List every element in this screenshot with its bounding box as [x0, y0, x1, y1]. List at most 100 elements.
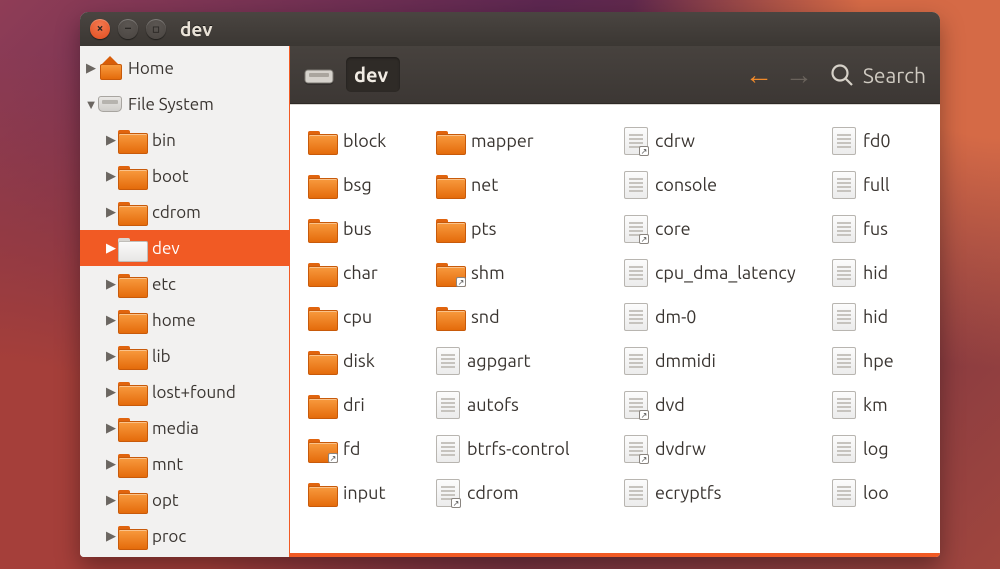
drive-icon	[98, 96, 122, 112]
sidebar-item-mnt[interactable]: ▶ mnt	[80, 446, 289, 482]
chevron-right-icon[interactable]: ▶	[104, 277, 118, 292]
file-item[interactable]: char	[308, 251, 428, 295]
sidebar-item-cdrom[interactable]: ▶cdrom	[80, 194, 289, 230]
file-item[interactable]: full	[832, 163, 912, 207]
file-item[interactable]: km	[832, 383, 912, 427]
titlebar: × – ◻ dev	[80, 12, 940, 46]
file-item[interactable]: loo	[832, 471, 912, 515]
sidebar-item-label: opt	[152, 491, 179, 510]
file-item[interactable]: ↗dvd	[624, 383, 824, 427]
sidebar-item-home[interactable]: ▶home	[80, 302, 289, 338]
file-item[interactable]: input	[308, 471, 428, 515]
chevron-right-icon[interactable]: ▶	[104, 205, 118, 220]
file-item[interactable]: btrfs-control	[436, 427, 616, 471]
sidebar-item-lost-found[interactable]: ▶lost+found	[80, 374, 289, 410]
sidebar-item-opt[interactable]: ▶ opt	[80, 482, 289, 518]
file-item[interactable]: net	[436, 163, 616, 207]
file-item[interactable]: disk	[308, 339, 428, 383]
maximize-button[interactable]: ◻	[146, 19, 166, 39]
file-item[interactable]: hid	[832, 251, 912, 295]
file-item[interactable]: pts	[436, 207, 616, 251]
file-item-label: full	[863, 175, 890, 195]
file-item[interactable]: console	[624, 163, 824, 207]
file-item-label: fus	[863, 219, 888, 239]
file-item[interactable]: cpu_dma_latency	[624, 251, 824, 295]
file-item[interactable]: ↗shm	[436, 251, 616, 295]
file-item[interactable]: ↗cdrom	[436, 471, 616, 515]
forward-button[interactable]: →	[779, 59, 819, 91]
chevron-right-icon[interactable]: ▶	[84, 61, 98, 76]
sidebar-item-label: mnt	[152, 455, 183, 474]
file-item-label: dvdrw	[655, 439, 706, 459]
file-icon	[832, 259, 856, 287]
chevron-right-icon[interactable]: ▶	[104, 313, 118, 328]
sidebar-item-lib[interactable]: ▶lib	[80, 338, 289, 374]
symlink-badge-icon: ↗	[639, 454, 649, 464]
close-button[interactable]: ×	[90, 19, 110, 39]
file-icon	[832, 215, 856, 243]
sidebar-item-media[interactable]: ▶media	[80, 410, 289, 446]
device-icon	[304, 64, 334, 86]
file-item-label: hid	[863, 263, 888, 283]
file-item[interactable]: hpe	[832, 339, 912, 383]
sidebar-item-label: bin	[152, 131, 176, 150]
file-item-label: agpgart	[467, 351, 531, 371]
minimize-button[interactable]: –	[118, 19, 138, 39]
file-item[interactable]: log	[832, 427, 912, 471]
chevron-right-icon[interactable]: ▶	[104, 493, 118, 508]
folder-icon	[436, 173, 464, 197]
file-icon: ↗	[624, 435, 648, 463]
file-item[interactable]: fus	[832, 207, 912, 251]
file-item[interactable]: ↗cdrw	[624, 119, 824, 163]
chevron-down-icon[interactable]: ▼	[84, 97, 98, 112]
sidebar-item-dev[interactable]: ▶dev	[80, 230, 289, 266]
path-chip[interactable]: dev	[346, 57, 400, 92]
file-item-label: pts	[471, 219, 496, 239]
chevron-right-icon[interactable]: ▶	[104, 385, 118, 400]
file-item[interactable]: dm-0	[624, 295, 824, 339]
file-item[interactable]: bsg	[308, 163, 428, 207]
chevron-right-icon[interactable]: ▶	[104, 169, 118, 184]
file-item[interactable]: hid	[832, 295, 912, 339]
sidebar-item-proc[interactable]: ▶proc	[80, 518, 289, 554]
chevron-right-icon[interactable]: ▶	[104, 529, 118, 544]
file-icon	[624, 259, 648, 287]
file-item[interactable]: dri	[308, 383, 428, 427]
file-item-label: hid	[863, 307, 888, 327]
search-label[interactable]: Search	[863, 63, 926, 87]
chevron-right-icon[interactable]: ▶	[104, 457, 118, 472]
chevron-right-icon[interactable]: ▶	[104, 349, 118, 364]
file-item[interactable]: ecryptfs	[624, 471, 824, 515]
folder-icon	[308, 393, 336, 417]
file-item[interactable]: ↗ dvdrw	[624, 427, 824, 471]
chevron-right-icon[interactable]: ▶	[104, 241, 118, 256]
file-item-label: bus	[343, 219, 372, 239]
sidebar-item-etc[interactable]: ▶etc	[80, 266, 289, 302]
file-icon	[832, 127, 856, 155]
search-icon[interactable]	[829, 62, 855, 88]
file-item[interactable]: bus	[308, 207, 428, 251]
back-button[interactable]: ←	[739, 59, 779, 91]
file-item[interactable]: block	[308, 119, 428, 163]
window-title: dev	[180, 18, 213, 40]
chevron-right-icon[interactable]: ▶	[104, 133, 118, 148]
file-item[interactable]: dmmidi	[624, 339, 824, 383]
file-item[interactable]: ↗fd	[308, 427, 428, 471]
file-item[interactable]: fd0	[832, 119, 912, 163]
path-label: dev	[354, 63, 388, 86]
file-item[interactable]: mapper	[436, 119, 616, 163]
file-icon: ↗	[436, 479, 460, 507]
sidebar-item-label: Home	[128, 59, 174, 78]
file-item[interactable]: autofs	[436, 383, 616, 427]
sidebar-item-file-system[interactable]: ▼File System	[80, 86, 289, 122]
file-item-label: shm	[471, 263, 505, 283]
file-item[interactable]: snd	[436, 295, 616, 339]
file-item[interactable]: ↗core	[624, 207, 824, 251]
sidebar-item-boot[interactable]: ▶boot	[80, 158, 289, 194]
file-item[interactable]: agpgart	[436, 339, 616, 383]
file-item[interactable]: cpu	[308, 295, 428, 339]
file-icon	[436, 347, 460, 375]
sidebar-item-bin[interactable]: ▶ bin	[80, 122, 289, 158]
sidebar-item-home[interactable]: ▶ Home	[80, 50, 289, 86]
chevron-right-icon[interactable]: ▶	[104, 421, 118, 436]
